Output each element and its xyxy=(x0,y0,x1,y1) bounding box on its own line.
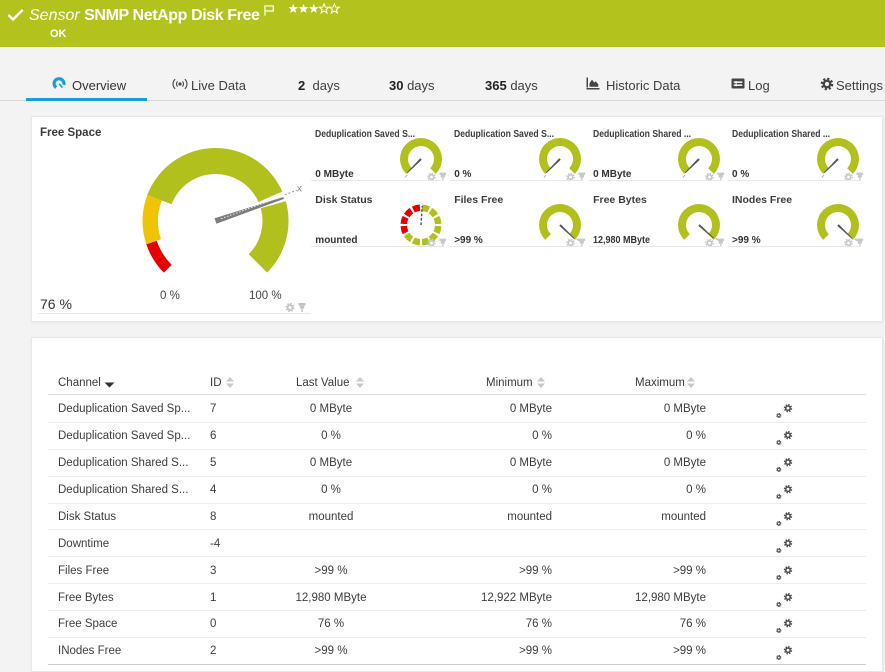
svg-text:x: x xyxy=(297,183,302,194)
